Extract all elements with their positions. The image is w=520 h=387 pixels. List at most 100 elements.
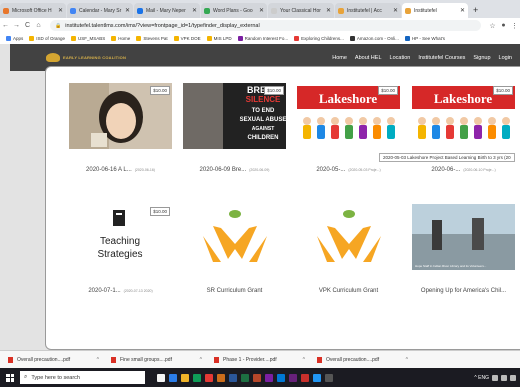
course-title[interactable]: 2020-07-1... (2020-07-13 2020) xyxy=(69,288,172,294)
bookmark-item[interactable]: Stevens Pat xyxy=(136,36,168,41)
bookmark-item[interactable]: Exploring Childrens... xyxy=(294,36,344,41)
browser-toolbar: ← → C ⌂ 🔒 institutefel.talentlms.com/ims… xyxy=(0,18,520,33)
browser-tab[interactable]: Your Classical Hor ✕ xyxy=(268,3,334,18)
course-card[interactable]: VPK Curriculum Grant xyxy=(297,204,400,314)
close-icon[interactable]: ✕ xyxy=(58,7,63,14)
site-menu-item[interactable]: Institutefel Courses xyxy=(418,55,465,61)
download-item[interactable]: Phase 1 - Provider....pdf ^ xyxy=(214,357,309,363)
taskbar-app-icon[interactable] xyxy=(313,373,321,382)
course-code: (2020-05-03 Proje...) xyxy=(348,168,381,172)
network-icon[interactable] xyxy=(492,374,498,381)
browser-tab[interactable]: Institutefel ✕ xyxy=(402,3,468,18)
course-card[interactable]: SR Curriculum Grant xyxy=(183,204,286,314)
close-icon[interactable]: ✕ xyxy=(125,7,130,14)
taskbar-app-icon[interactable] xyxy=(253,373,261,382)
taskbar-search-box[interactable]: ⌕ Type here to search xyxy=(20,371,145,384)
course-card[interactable]: Lakeshore $10.00 2020-06-... (2020-06-10 Pr… xyxy=(412,83,515,193)
bookmark-item[interactable]: HP - See What's xyxy=(404,36,445,41)
course-title[interactable]: VPK Curriculum Grant xyxy=(297,288,400,294)
taskbar-app-icon[interactable] xyxy=(193,373,201,382)
download-item[interactable]: Fine small groups....pdf ^ xyxy=(111,357,206,363)
taskbar-app-icon[interactable] xyxy=(169,373,177,382)
address-bar[interactable]: 🔒 institutefel.talentlms.com/ims/?view=f… xyxy=(50,20,481,31)
bookmark-item[interactable]: Amazon.com - Onli... xyxy=(349,36,399,41)
close-icon[interactable]: ✕ xyxy=(326,7,331,14)
bookmark-item[interactable]: Random Interest Fo... xyxy=(237,36,288,41)
site-logo[interactable]: EARLY LEARNING COALITION xyxy=(46,53,126,62)
new-tab-button[interactable]: + xyxy=(473,3,478,18)
bookmark-item[interactable]: VPK DOE xyxy=(173,36,201,41)
course-thumbnail[interactable]: Lakeshore $10.00 xyxy=(412,83,515,149)
course-title[interactable]: 2020-06-09 Bre... (2020-06-09) xyxy=(183,167,286,173)
chevron-up-icon[interactable]: ^ xyxy=(406,357,408,363)
home-icon[interactable]: ⌂ xyxy=(33,22,44,29)
taskbar-app-icon[interactable] xyxy=(205,373,213,382)
page-viewport: EARLY LEARNING COALITION Home About HEL Lo… xyxy=(0,44,520,350)
taskbar-app-icon[interactable] xyxy=(289,373,297,382)
taskbar-app-icon[interactable] xyxy=(181,373,189,382)
course-thumbnail[interactable] xyxy=(183,204,286,270)
close-icon[interactable]: ✕ xyxy=(460,7,465,14)
course-thumbnail[interactable]: Lakeshore $10.00 xyxy=(297,83,400,149)
browser-tab[interactable]: Word Plans - Goo ✕ xyxy=(201,3,267,18)
forward-icon[interactable]: → xyxy=(11,22,22,29)
bookmark-item[interactable]: ISD of Orange xyxy=(29,36,65,41)
close-icon[interactable]: ✕ xyxy=(259,7,264,14)
windows-start-icon[interactable] xyxy=(6,373,14,382)
course-card[interactable]: $10.00 2020-06-16 A L... (2020-06-16) xyxy=(69,83,172,193)
notification-icon[interactable] xyxy=(510,374,516,381)
menu-icon[interactable]: ⋮ xyxy=(509,22,520,30)
close-icon[interactable]: ✕ xyxy=(393,7,398,14)
taskbar-app-icon[interactable] xyxy=(265,373,273,382)
site-menu-item[interactable]: About HEL xyxy=(355,55,382,61)
course-card[interactable]: Lakeshore $10.00 2020-05-... (2020-05-03 Pr… xyxy=(297,83,400,193)
site-menu-item[interactable]: Signup xyxy=(473,55,490,61)
taskbar-app-icon[interactable] xyxy=(301,373,309,382)
profile-icon[interactable]: ● xyxy=(498,22,509,29)
browser-tab[interactable]: Calendar - Mary Sr ✕ xyxy=(67,3,133,18)
bookmark-item[interactable]: USF_MSABS xyxy=(71,36,105,41)
course-thumbnail[interactable]: $10.00 xyxy=(69,83,172,149)
course-title[interactable]: SR Curriculum Grant xyxy=(183,288,286,294)
bookmark-item[interactable]: MIS LPD xyxy=(206,36,232,41)
taskbar-app-icon[interactable] xyxy=(217,373,225,382)
course-title[interactable]: 2020-05-... (2020-05-03 Proje...) xyxy=(297,167,400,173)
course-card[interactable]: BREAK SILENCE TO END SEXUAL ABUSE AGAINST CHI… xyxy=(183,83,286,193)
chevron-up-icon[interactable]: ^ xyxy=(303,357,305,363)
site-menu-item[interactable]: Login xyxy=(499,55,512,61)
course-title[interactable]: Opening Up for America's Chil... xyxy=(412,288,515,294)
pdf-icon xyxy=(214,357,219,363)
lakeshore-logo-text: Lakeshore xyxy=(319,91,377,106)
site-menu-item[interactable]: Home xyxy=(332,55,347,61)
taskbar-app-icon[interactable] xyxy=(277,373,285,382)
downloads-bar: Overall precaution....pdf ^ Fine small gro… xyxy=(0,350,520,369)
back-icon[interactable]: ← xyxy=(0,22,11,29)
course-thumbnail[interactable] xyxy=(297,204,400,270)
course-card[interactable]: Hope Staff in Indian River Library and i… xyxy=(412,204,515,314)
volume-icon[interactable] xyxy=(501,374,507,381)
taskbar-app-icon[interactable] xyxy=(229,373,237,382)
site-menu-item[interactable]: Location xyxy=(390,55,411,61)
course-thumbnail[interactable]: BREAK SILENCE TO END SEXUAL ABUSE AGAINST CHI… xyxy=(183,83,286,149)
taskbar-app-icon[interactable] xyxy=(157,373,165,382)
taskbar-app-icon[interactable] xyxy=(241,373,249,382)
chevron-up-icon[interactable]: ^ xyxy=(200,357,202,363)
taskbar-app-icon[interactable] xyxy=(325,373,333,382)
download-item[interactable]: Overall precaution....pdf ^ xyxy=(317,357,412,363)
browser-tab[interactable]: Microsoft Office H ✕ xyxy=(0,3,66,18)
browser-tab[interactable]: Institutefel | Acc ✕ xyxy=(335,3,401,18)
chevron-up-icon[interactable]: ^ xyxy=(97,357,99,363)
course-card[interactable]: Teaching Strategies $10.00 2020-07-1... (202… xyxy=(69,204,172,314)
bookmark-item[interactable]: Apps xyxy=(6,36,23,41)
bookmark-icon xyxy=(29,36,35,41)
course-title[interactable]: 2020-06-... (2020-06-10 Proje...) xyxy=(412,167,515,173)
course-thumbnail[interactable]: Hope Staff in Indian River Library and i… xyxy=(412,204,515,270)
reload-icon[interactable]: C xyxy=(22,22,33,29)
browser-tab[interactable]: Mail - Mary Neper ✕ xyxy=(134,3,200,18)
course-thumbnail[interactable]: Teaching Strategies $10.00 xyxy=(69,204,172,270)
course-title[interactable]: 2020-06-16 A L... (2020-06-16) xyxy=(69,167,172,173)
download-item[interactable]: Overall precaution....pdf ^ xyxy=(8,357,103,363)
bookmark-star-icon[interactable]: ☆ xyxy=(487,22,498,30)
close-icon[interactable]: ✕ xyxy=(192,7,197,14)
bookmark-item[interactable]: Home xyxy=(111,36,130,41)
